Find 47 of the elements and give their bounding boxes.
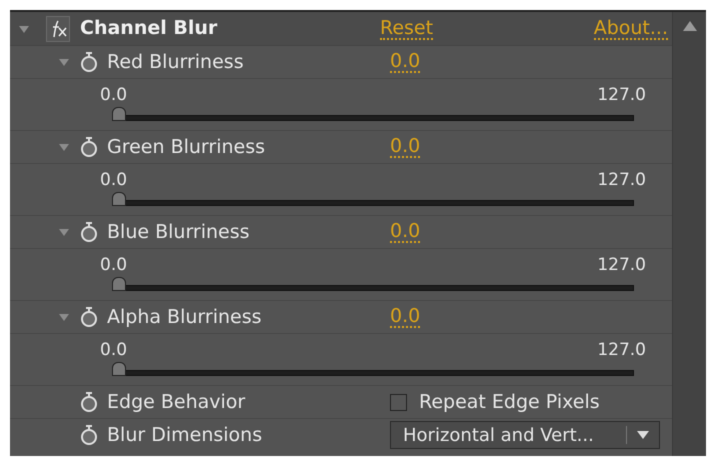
- collapse-triangle-icon[interactable]: [58, 311, 70, 323]
- collapse-triangle-icon[interactable]: [58, 141, 70, 153]
- caret-icon: [636, 430, 650, 440]
- param-name: Alpha Blurriness: [107, 304, 263, 330]
- dropdown[interactable]: Horizontal and Vert...: [390, 421, 660, 449]
- slider-thumb[interactable]: [112, 192, 126, 206]
- slider-track[interactable]: [112, 362, 634, 378]
- slider-max-label: 127.0: [597, 339, 646, 362]
- collapse-triangle-icon[interactable]: [58, 56, 70, 68]
- scroll-up-icon[interactable]: [682, 20, 698, 32]
- slider-max-label: 127.0: [597, 169, 646, 192]
- param-name: Edge Behavior: [107, 390, 246, 415]
- about-link[interactable]: About...: [594, 18, 668, 40]
- stopwatch-icon[interactable]: [79, 391, 99, 413]
- slider-min-label: 0.0: [100, 84, 128, 107]
- checkbox-label: Repeat Edge Pixels: [419, 390, 600, 415]
- stopwatch-icon[interactable]: [79, 51, 99, 73]
- stopwatch-icon[interactable]: [79, 136, 99, 158]
- scrollbar[interactable]: [672, 12, 706, 456]
- param-name: Red Blurriness: [107, 50, 245, 75]
- dropdown-value: Horizontal and Vert...: [402, 424, 595, 448]
- slider-min-label: 0.0: [100, 169, 128, 192]
- param-name: Green Blurriness: [107, 134, 266, 160]
- slider-track[interactable]: [112, 192, 634, 208]
- slider-track[interactable]: [112, 106, 634, 122]
- slider-thumb[interactable]: [112, 106, 126, 120]
- value-field[interactable]: 0.0: [390, 306, 420, 328]
- value-field[interactable]: 0.0: [390, 51, 420, 73]
- slider-max-label: 127.0: [597, 254, 646, 277]
- slider-thumb[interactable]: [112, 362, 126, 376]
- reset-link[interactable]: Reset: [380, 18, 434, 40]
- stopwatch-icon[interactable]: [79, 424, 99, 446]
- slider-min-label: 0.0: [100, 339, 128, 362]
- checkbox[interactable]: [390, 394, 407, 410]
- value-field[interactable]: 0.0: [390, 221, 420, 243]
- param-name: Blue Blurriness: [107, 220, 251, 245]
- stopwatch-icon[interactable]: [79, 221, 99, 243]
- effect-name: Channel Blur: [80, 16, 218, 42]
- param-name: Blur Dimensions: [107, 422, 264, 448]
- collapse-triangle-icon[interactable]: [58, 226, 70, 238]
- effect-icon[interactable]: [46, 16, 70, 42]
- slider-track[interactable]: [112, 276, 634, 292]
- slider-min-label: 0.0: [100, 254, 128, 277]
- slider-max-label: 127.0: [597, 84, 646, 107]
- slider-thumb[interactable]: [112, 276, 126, 290]
- value-field[interactable]: 0.0: [390, 136, 420, 158]
- stopwatch-icon[interactable]: [79, 306, 99, 328]
